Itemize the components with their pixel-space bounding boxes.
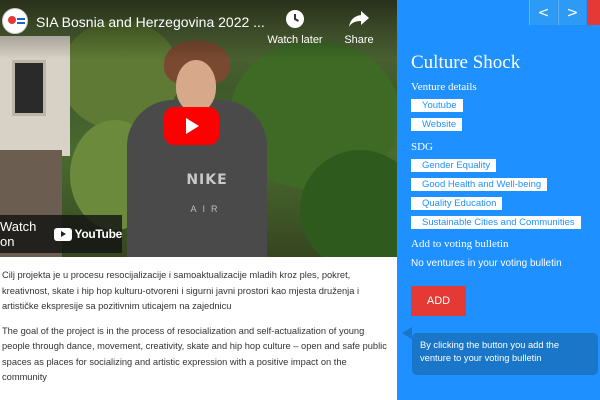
watch-on-youtube-button[interactable]: Watch on YouTube	[0, 215, 122, 253]
clock-icon	[264, 8, 326, 30]
youtube-wordmark: YouTube	[74, 227, 123, 241]
sdg-tag: Good Health and Well-being	[411, 178, 548, 191]
channel-avatar[interactable]	[2, 8, 28, 34]
sdg-label: SDG	[411, 141, 434, 153]
voting-bulletin-label: Add to voting bulletin	[411, 238, 509, 250]
watch-later-label: Watch later	[267, 34, 323, 46]
venture-title: Culture Shock	[411, 52, 521, 73]
tooltip-arrow	[402, 327, 412, 339]
add-to-bulletin-button[interactable]: ADD	[411, 286, 466, 316]
play-icon	[186, 118, 199, 134]
youtube-logo: YouTube	[53, 227, 123, 241]
next-venture-button[interactable]: >	[558, 0, 586, 25]
sdg-tag: Sustainable Cities and Communities	[411, 216, 581, 229]
description-english: The goal of the project is in the proces…	[2, 325, 387, 383]
add-button-tooltip: By clicking the button you add the ventu…	[412, 333, 598, 375]
chevron-left-icon: <	[537, 4, 550, 21]
watch-on-label: Watch on	[0, 219, 37, 249]
voting-bulletin-status: No ventures in your voting bulletin	[411, 258, 562, 269]
avatar-lines	[17, 18, 25, 20]
venture-details-label: Venture details	[411, 81, 477, 93]
close-button[interactable]	[587, 0, 600, 25]
video-player[interactable]: NIKE AIR SIA Bosnia and Herzegovina 2022…	[0, 0, 397, 257]
chevron-right-icon: >	[566, 4, 579, 21]
venture-description: Cilj projekta je u procesu resocijalizac…	[2, 268, 390, 395]
share-label: Share	[344, 34, 374, 46]
sdg-tag: Gender Equality	[411, 159, 497, 172]
shirt-logo-subtext: AIR	[190, 204, 224, 214]
youtube-link[interactable]: Youtube	[411, 99, 463, 112]
website-link[interactable]: Website	[411, 118, 463, 131]
share-button[interactable]: Share	[328, 8, 390, 46]
video-title[interactable]: SIA Bosnia and Herzegovina 2022 ...	[36, 14, 266, 30]
sdg-tag: Quality Education	[411, 197, 503, 210]
youtube-play-icon	[53, 227, 72, 241]
watch-later-button[interactable]: Watch later	[264, 8, 326, 46]
person-face	[176, 60, 216, 112]
avatar-dot	[8, 16, 16, 24]
share-icon	[328, 8, 390, 30]
description-local: Cilj projekta je u procesu resocijalizac…	[2, 270, 360, 311]
background-window	[12, 60, 46, 116]
play-button[interactable]	[164, 107, 219, 145]
shirt-logo-text: NIKE	[186, 172, 228, 188]
prev-venture-button[interactable]: <	[529, 0, 557, 25]
